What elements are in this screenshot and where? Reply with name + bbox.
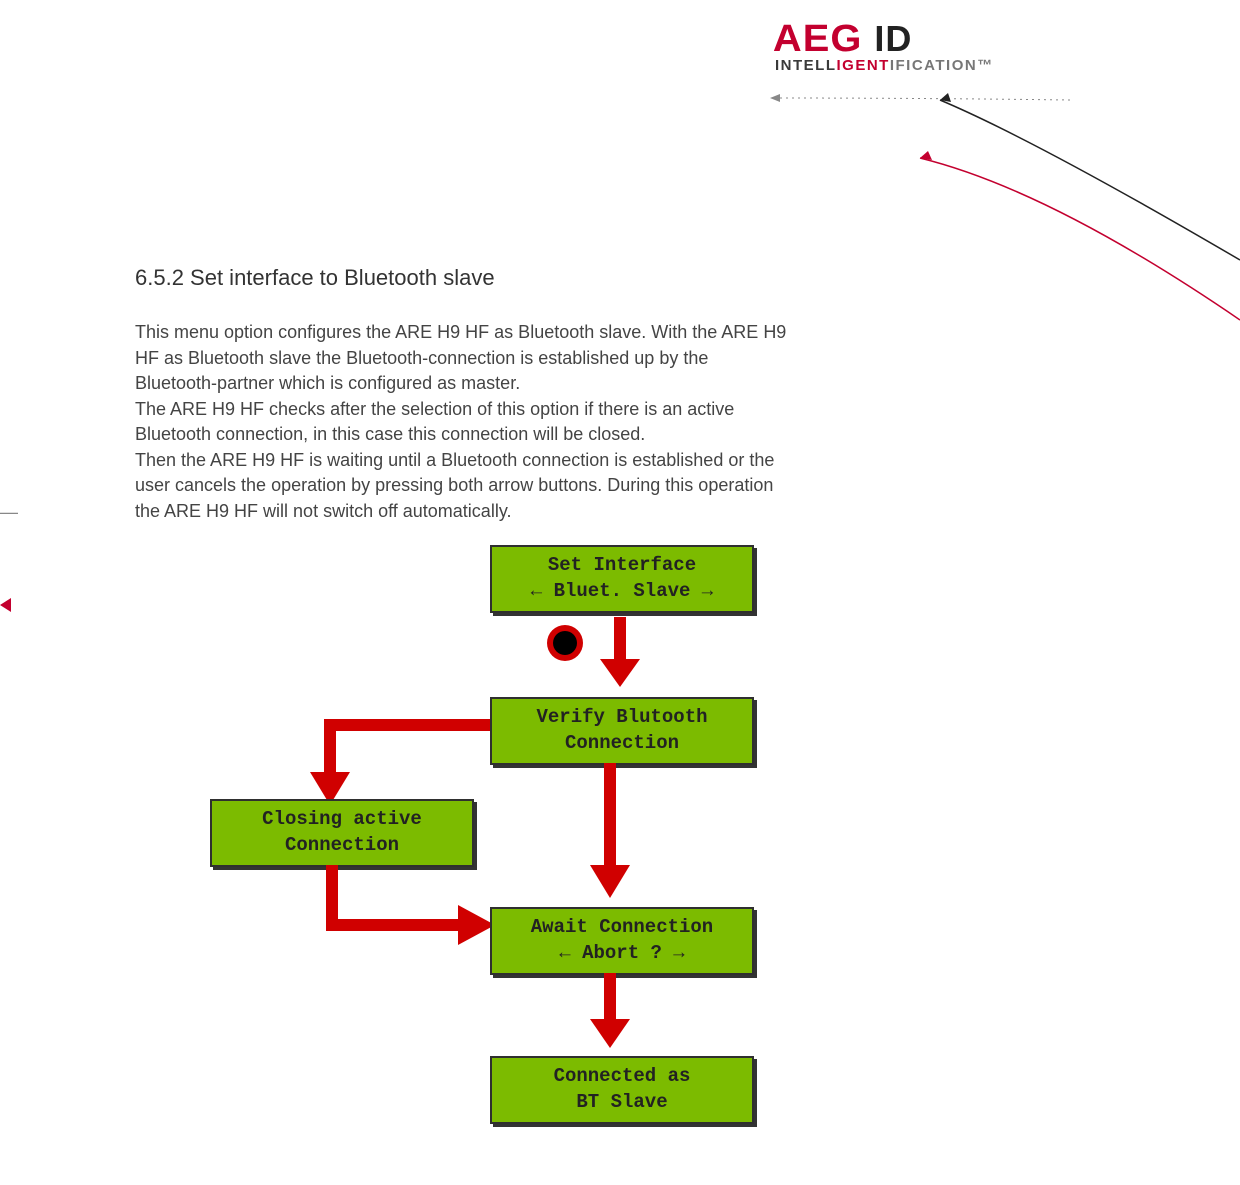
screen-closing-connection: Closing active Connection	[210, 799, 474, 867]
tagline-part-3: IFICATION™	[890, 57, 994, 74]
arrow-down-icon	[600, 617, 640, 687]
enter-button-icon	[545, 623, 585, 663]
screen-conn-line2: BT Slave	[576, 1090, 667, 1116]
screen-conn-line1: Connected as	[554, 1064, 691, 1090]
brand-logo: AEG ID INTELL IGENT IFICATION™	[775, 18, 975, 74]
arrow-branch-right-icon	[320, 865, 500, 945]
flowchart: Set Interface ← Bluet. Slave → Verify Bl…	[200, 545, 800, 1165]
logo-aeg: AEG	[773, 18, 863, 61]
screen-await-connection: Await Connection ← Abort ? →	[490, 907, 754, 975]
screen-verify-line2: Connection	[565, 731, 679, 757]
screen-close-line1: Closing active	[262, 807, 422, 833]
margin-red-arrow-icon	[0, 598, 11, 612]
screen-await-line1: Await Connection	[531, 915, 713, 941]
screen-connected-slave: Connected as BT Slave	[490, 1056, 754, 1124]
screen-close-line2: Connection	[285, 833, 399, 859]
screen-set-line2: ← Bluet. Slave →	[531, 579, 713, 605]
arrow-down-icon	[590, 973, 630, 1048]
screen-await-line2: ← Abort ? →	[559, 941, 684, 967]
arrow-branch-left-icon	[290, 695, 500, 810]
screen-verify-bluetooth: Verify Blutooth Connection	[490, 697, 754, 765]
screen-verify-line1: Verify Blutooth	[536, 705, 707, 731]
screen-set-line1: Set Interface	[548, 553, 696, 579]
section-paragraph: This menu option configures the ARE H9 H…	[135, 320, 795, 524]
section-title: 6.5.2 Set interface to Bluetooth slave	[135, 265, 495, 291]
screen-set-interface: Set Interface ← Bluet. Slave →	[490, 545, 754, 613]
margin-mark: —	[0, 502, 18, 523]
logo-id: ID	[874, 18, 912, 60]
arrow-down-icon	[590, 763, 630, 898]
